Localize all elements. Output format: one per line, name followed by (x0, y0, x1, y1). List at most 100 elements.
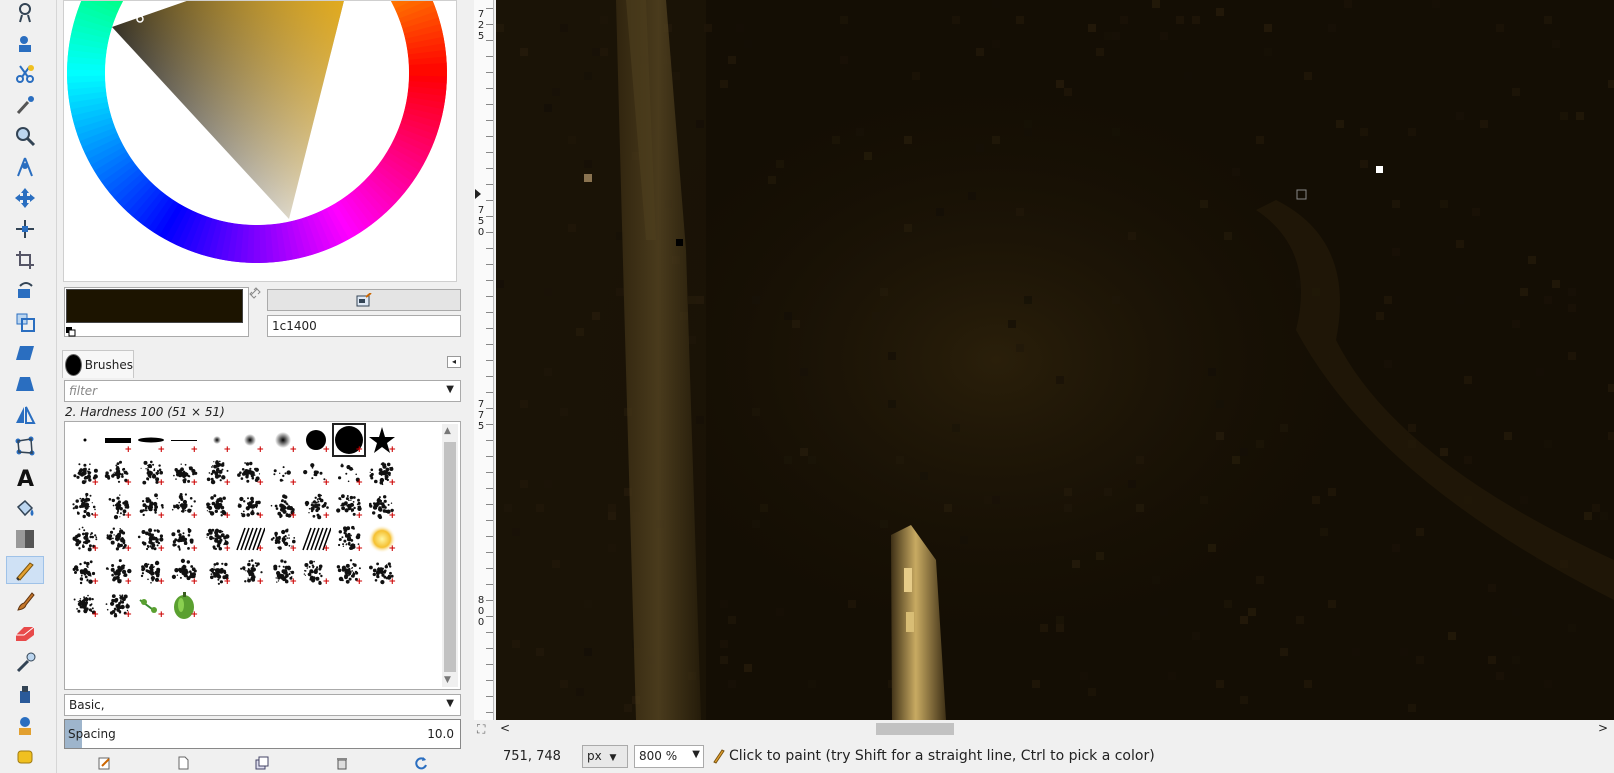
brush-thumb[interactable]: + (202, 524, 232, 554)
foreground-color-swatch[interactable] (66, 289, 243, 323)
brush-thumb[interactable]: + (235, 458, 265, 488)
brush-thumb[interactable]: + (367, 425, 397, 455)
brush-thumb[interactable]: + (169, 458, 199, 488)
brush-thumb[interactable]: + (235, 425, 265, 455)
foreground-select-tool[interactable] (6, 29, 44, 57)
scale-tool[interactable] (6, 308, 44, 336)
zoom-tool[interactable] (6, 122, 44, 150)
refresh-brushes-icon[interactable] (414, 756, 428, 770)
brush-thumb[interactable]: + (367, 458, 397, 488)
brush-thumb[interactable]: + (268, 425, 298, 455)
brush-thumb[interactable]: + (103, 491, 133, 521)
scrollbar-thumb[interactable] (876, 723, 954, 735)
move-tool[interactable] (6, 184, 44, 212)
color-wheel-panel[interactable] (63, 0, 457, 282)
brush-grid-scrollbar[interactable]: ▲ ▼ (442, 424, 458, 687)
image-content[interactable] (496, 0, 1614, 720)
chevron-down-icon[interactable]: ▼ (446, 384, 454, 395)
brush-thumb[interactable]: + (367, 557, 397, 587)
brush-thumb[interactable]: + (235, 524, 266, 554)
brush-thumb[interactable]: + (103, 557, 133, 587)
spacing-slider[interactable]: Spacing 10.0 (64, 719, 461, 749)
brush-thumb[interactable]: + (334, 524, 364, 554)
text-tool[interactable]: A (6, 463, 44, 491)
new-brush-icon[interactable] (176, 756, 190, 770)
brush-thumb[interactable]: + (70, 491, 100, 521)
edit-brush-icon[interactable] (97, 756, 111, 770)
shear-tool[interactable] (6, 339, 44, 367)
duplicate-brush-icon[interactable] (255, 756, 269, 770)
tab-brushes[interactable]: Brushes (62, 350, 134, 378)
chevron-down-icon[interactable]: ▼ (446, 698, 454, 709)
brush-thumb[interactable]: + (103, 425, 133, 455)
paintbrush-tool[interactable] (6, 587, 44, 615)
brush-thumb[interactable]: + (169, 524, 199, 554)
brush-thumb[interactable]: + (136, 557, 166, 587)
rotate-tool[interactable] (6, 277, 44, 305)
crop-tool[interactable] (6, 246, 44, 274)
cage-transform-tool[interactable] (6, 432, 44, 460)
brush-thumb[interactable]: + (70, 458, 100, 488)
brush-thumb[interactable]: + (136, 458, 166, 488)
chevron-down-icon[interactable]: ▼ (692, 749, 700, 760)
brush-thumb[interactable]: + (301, 524, 332, 554)
brush-thumb[interactable]: + (70, 524, 100, 554)
link-icon[interactable] (249, 287, 261, 299)
brush-thumb[interactable]: + (103, 590, 133, 620)
brush-thumb[interactable]: + (169, 491, 199, 521)
color-wheel[interactable] (64, 1, 457, 282)
brush-thumb[interactable]: + (334, 458, 364, 488)
brush-thumb[interactable]: + (268, 557, 298, 587)
reset-colors-icon[interactable] (66, 326, 76, 337)
brush-thumb[interactable]: + (202, 458, 232, 488)
hex-color-field[interactable]: 1c1400 (267, 315, 461, 337)
brush-thumb[interactable]: + (301, 491, 331, 521)
alignment-tool[interactable] (6, 215, 44, 243)
brush-thumb[interactable]: + (268, 458, 298, 488)
scroll-left-icon[interactable]: < (500, 721, 510, 735)
brush-thumb[interactable]: + (202, 557, 232, 587)
brush-thumb[interactable]: + (169, 590, 199, 620)
scroll-down-icon[interactable]: ▼ (444, 675, 451, 685)
unit-selector[interactable]: px ▼ (582, 745, 628, 768)
horizontal-scrollbar[interactable]: < > (496, 720, 1614, 738)
brush-thumb[interactable]: + (235, 491, 265, 521)
pencil-tool[interactable] (6, 556, 44, 584)
brush-thumb[interactable]: + (169, 557, 199, 587)
brush-filter-input[interactable]: filter ▼ (64, 380, 461, 402)
brush-thumb[interactable]: + (301, 458, 331, 488)
fuzzy-select-tool[interactable] (6, 0, 44, 26)
brush-thumb[interactable]: + (202, 491, 232, 521)
brush-thumb[interactable]: + (70, 557, 100, 587)
airbrush-tool[interactable] (6, 649, 44, 677)
scrollbar-thumb[interactable] (444, 442, 456, 672)
color-dialog-button[interactable] (267, 289, 461, 311)
brush-thumb[interactable]: + (70, 590, 100, 620)
scroll-right-icon[interactable]: > (1598, 721, 1608, 735)
brush-thumb[interactable]: + (268, 491, 298, 521)
navigate-icon[interactable]: ⛶ (477, 722, 485, 737)
brush-thumb[interactable]: + (169, 425, 199, 455)
brush-thumb[interactable]: + (136, 491, 166, 521)
ink-tool[interactable] (6, 680, 44, 708)
perspective-tool[interactable] (6, 370, 44, 398)
tab-menu-button[interactable]: ◂ (447, 356, 461, 368)
brush-thumb[interactable]: + (136, 524, 166, 554)
brush-thumb[interactable]: + (332, 423, 366, 457)
brush-thumb[interactable]: + (334, 557, 364, 587)
clone-tool[interactable] (6, 711, 44, 739)
brush-thumb[interactable]: + (103, 458, 133, 488)
brush-thumb[interactable]: + (136, 425, 166, 455)
brush-thumb[interactable]: + (334, 491, 364, 521)
vertical-ruler[interactable]: 725750775800 (474, 0, 494, 720)
measure-tool[interactable] (6, 153, 44, 181)
image-canvas[interactable] (496, 0, 1614, 720)
brush-thumb[interactable]: + (235, 557, 265, 587)
delete-brush-icon[interactable] (335, 756, 349, 770)
zoom-selector[interactable]: 800 % ▼ (634, 745, 704, 768)
brush-thumb[interactable]: + (268, 524, 298, 554)
gradient-tool[interactable] (6, 525, 44, 553)
brush-tag-combo[interactable]: Basic, ▼ (64, 694, 461, 716)
brush-thumb[interactable]: + (301, 557, 331, 587)
scroll-up-icon[interactable]: ▲ (444, 426, 451, 436)
